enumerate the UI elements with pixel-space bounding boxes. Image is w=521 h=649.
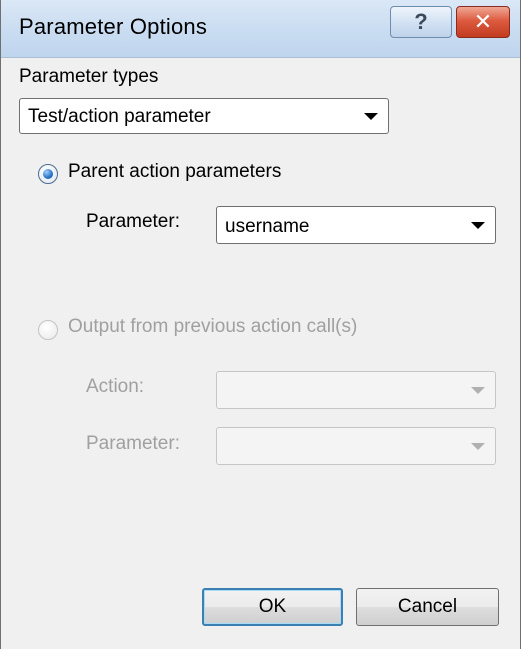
chevron-down-icon — [364, 113, 378, 120]
parameter-options-dialog: Parameter Options ? ✕ Parameter types Te… — [0, 0, 521, 649]
window-title: Parameter Options — [19, 14, 208, 39]
action-dropdown[interactable] — [216, 371, 496, 409]
parent-action-parameters-label[interactable]: Parent action parameters — [68, 161, 281, 183]
help-icon: ? — [414, 9, 428, 34]
chevron-down-icon — [471, 443, 485, 450]
parameter-types-value: Test/action parameter — [28, 106, 211, 127]
cancel-button[interactable]: Cancel — [356, 588, 499, 626]
close-icon: ✕ — [473, 9, 493, 34]
help-button[interactable]: ? — [390, 6, 452, 38]
chevron-down-icon — [471, 222, 485, 229]
output-previous-action-radio[interactable] — [38, 320, 58, 340]
parent-parameter-dropdown[interactable]: username — [216, 206, 496, 244]
parent-parameter-label: Parameter: — [86, 211, 180, 232]
chevron-down-icon — [471, 387, 485, 394]
previous-parameter-dropdown[interactable] — [216, 427, 496, 465]
parent-parameter-value: username — [225, 216, 310, 237]
ok-button[interactable]: OK — [202, 588, 343, 626]
previous-parameter-label: Parameter: — [86, 433, 180, 454]
parameter-types-dropdown[interactable]: Test/action parameter — [19, 98, 389, 134]
radio-selected-dot — [43, 169, 53, 179]
parameter-types-label: Parameter types — [19, 66, 159, 87]
output-previous-action-label[interactable]: Output from previous action call(s) — [68, 316, 357, 338]
title-bar[interactable]: Parameter Options ? ✕ — [1, 0, 520, 58]
parent-action-parameters-radio[interactable] — [38, 164, 58, 184]
action-label: Action: — [86, 376, 145, 397]
close-button[interactable]: ✕ — [456, 6, 510, 38]
dialog-body: Parameter types Test/action parameter Pa… — [1, 58, 520, 649]
